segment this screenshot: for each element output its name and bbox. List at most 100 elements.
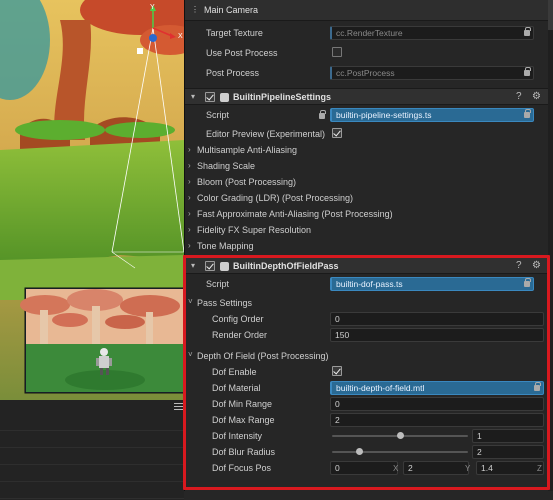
lock-icon[interactable] [524,27,531,36]
section-fxaa[interactable]: › Fast Approximate Anti-Aliasing (Post Pr… [188,209,393,219]
lock-icon[interactable] [524,109,531,118]
chevron-right-icon: › [188,241,191,250]
pipeline-script-label: Script [206,110,230,120]
section-bloom[interactable]: › Bloom (Post Processing) [188,177,297,187]
use-post-process-label: Use Post Process [206,48,278,58]
pass-settings-section[interactable]: ˅ Pass Settings [188,297,253,308]
dof-intensity-label: Dof Intensity [212,431,263,441]
inspector-scrollbar[interactable] [548,0,553,500]
section-msaa[interactable]: › Multisample Anti-Aliasing [188,145,298,155]
lock-icon[interactable] [534,382,541,391]
gizmo-axis-x-label: X [178,33,183,40]
dof-pass-enable-checkbox[interactable] [205,261,215,271]
section-label: Fidelity FX Super Resolution [197,225,312,235]
dof-focus-pos-y-input[interactable]: 2 [403,461,469,475]
pipeline-script-value: builtin-pipeline-settings.ts [336,110,432,120]
target-texture-value: cc.RenderTexture [336,28,403,38]
section-fsr[interactable]: › Fidelity FX Super Resolution [188,225,312,235]
chevron-down-icon[interactable]: ▾ [191,93,199,101]
dof-intensity-slider-knob[interactable] [397,432,404,439]
inspector-panel: ⋮ Main Camera Target Texture cc.RenderTe… [184,0,553,500]
dof-section[interactable]: ˅ Depth Of Field (Post Processing) [188,350,329,361]
dof-material-field[interactable]: builtin-depth-of-field.mtl [330,381,544,395]
dof-intensity-input[interactable]: 1 [472,429,544,443]
editor-preview-checkbox[interactable] [332,128,342,138]
dof-max-range-input[interactable]: 2 [330,413,544,427]
pipeline-settings-header[interactable]: ▾ BuiltinPipelineSettings ? ⚙ [185,88,549,105]
scene-view[interactable]: Y X [0,0,184,500]
dof-blur-radius-slider-knob[interactable] [356,448,364,455]
gear-icon[interactable]: ⚙ [532,92,542,102]
post-process-field[interactable]: cc.PostProcess [330,66,534,80]
dof-pass-header[interactable]: ▾ BuiltinDepthOfFieldPass ? ⚙ [185,257,549,274]
render-order-input[interactable]: 150 [330,328,544,342]
gear-icon[interactable]: ⚙ [532,261,542,271]
dof-material-value: builtin-depth-of-field.mtl [336,383,425,393]
dof-intensity-value: 1 [477,431,482,441]
dof-focus-pos-label: Dof Focus Pos [212,463,272,473]
chevron-down-icon: ˅ [188,350,193,359]
dof-blur-radius-slider[interactable] [332,451,468,453]
dof-pass-title: BuiltinDepthOfFieldPass [233,261,339,271]
dof-max-range-label: Dof Max Range [212,415,275,425]
chevron-down-icon[interactable]: ▾ [191,262,199,270]
config-order-value: 0 [335,314,340,324]
section-label: Bloom (Post Processing) [197,177,297,187]
scene-bottom-panel [0,400,184,500]
config-order-label: Config Order [212,314,264,324]
chevron-right-icon: › [188,145,191,154]
camera-header[interactable]: ⋮ Main Camera [185,0,549,21]
help-icon[interactable]: ? [516,261,526,271]
chevron-right-icon: › [188,193,191,202]
dof-enable-label: Dof Enable [212,367,257,377]
section-label: Color Grading (LDR) (Post Processing) [197,193,354,203]
scrollbar-thumb[interactable] [548,0,553,30]
dof-section-label: Depth Of Field (Post Processing) [197,351,329,361]
dof-focus-pos-x-input[interactable]: 0 [330,461,398,475]
dof-min-range-input[interactable]: 0 [330,397,544,411]
puzzle-icon [220,262,229,271]
section-label: Multisample Anti-Aliasing [197,145,298,155]
dof-blur-radius-value: 2 [477,447,482,457]
help-icon[interactable]: ? [516,92,526,102]
chevron-right-icon: › [188,225,191,234]
config-order-input[interactable]: 0 [330,312,544,326]
dof-focus-pos-z-value: 1.4 [481,463,493,473]
render-order-label: Render Order [212,330,268,340]
dof-blur-radius-input[interactable]: 2 [472,445,544,459]
chevron-right-icon: › [188,177,191,186]
scene-viewport[interactable]: Y X [0,0,184,400]
dof-script-value: builtin-dof-pass.ts [336,279,403,289]
pipeline-settings-enable-checkbox[interactable] [205,92,215,102]
pass-settings-label: Pass Settings [197,298,253,308]
chevron-right-icon: › [188,209,191,218]
post-process-value: cc.PostProcess [336,68,395,78]
chevron-down-icon: ˅ [188,297,193,306]
dof-enable-checkbox[interactable] [332,366,342,376]
post-process-label: Post Process [206,68,260,78]
dof-min-range-value: 0 [335,399,340,409]
axis-x-label: X [393,464,399,473]
use-post-process-checkbox[interactable] [332,47,342,57]
lock-icon[interactable] [524,67,531,76]
section-color-grading[interactable]: › Color Grading (LDR) (Post Processing) [188,193,354,203]
gizmo-axis-y-label: Y [150,4,155,11]
section-label: Fast Approximate Anti-Aliasing (Post Pro… [197,209,393,219]
dof-focus-pos-y-value: 2 [408,463,413,473]
dof-script-label: Script [206,279,230,289]
target-texture-field[interactable]: cc.RenderTexture [330,26,534,40]
target-texture-label: Target Texture [206,28,263,38]
dof-blur-radius-label: Dof Blur Radius [212,447,276,457]
menu-icon[interactable] [174,403,183,412]
dof-script-field[interactable]: builtin-dof-pass.ts [330,277,534,291]
lock-icon[interactable] [524,278,531,287]
dof-focus-pos-z-input[interactable]: 1.4 [476,461,544,475]
dof-max-range-value: 2 [335,415,340,425]
camera-title: Main Camera [204,5,259,15]
chevron-down-icon[interactable]: ⋮ [191,6,199,14]
pipeline-script-field[interactable]: builtin-pipeline-settings.ts [330,108,534,122]
section-tone-mapping[interactable]: › Tone Mapping [188,241,254,251]
chevron-right-icon: › [188,161,191,170]
dof-material-label: Dof Material [212,383,261,393]
section-shading-scale[interactable]: › Shading Scale [188,161,255,171]
